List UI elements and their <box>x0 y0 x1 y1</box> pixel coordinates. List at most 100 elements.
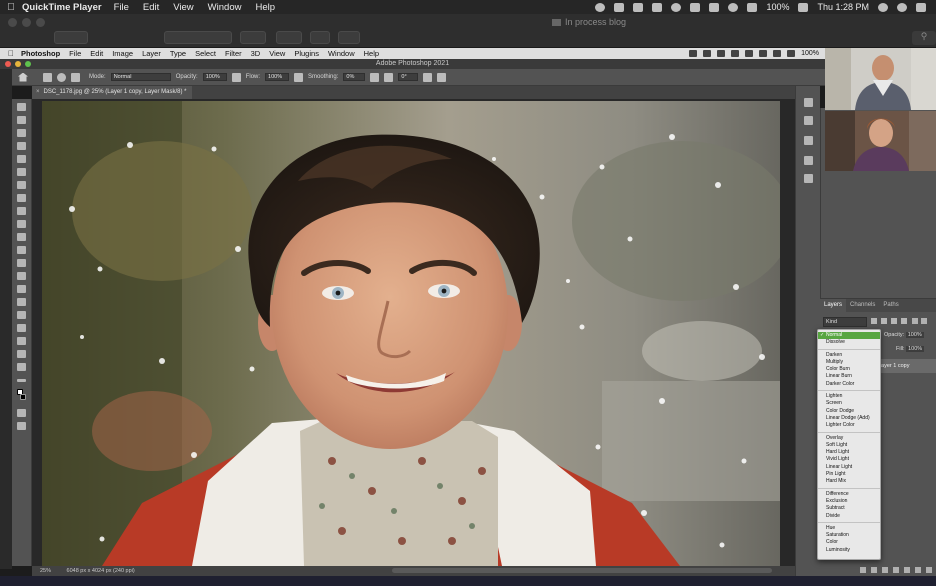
mail-icon[interactable] <box>731 50 740 57</box>
zoom-dot[interactable] <box>36 18 45 27</box>
adjustment-layer-icon[interactable] <box>893 567 899 573</box>
search-icon[interactable] <box>878 2 888 12</box>
adjustments-panel-icon[interactable] <box>804 116 813 125</box>
blend-mode-option[interactable]: Hue <box>818 525 880 532</box>
marquee-tool-icon[interactable] <box>17 116 26 124</box>
blend-mode-option[interactable]: Overlay <box>818 435 880 442</box>
ps-app-name[interactable]: Photoshop <box>21 49 60 58</box>
ps-menu-layer[interactable]: Layer <box>142 49 161 58</box>
clock[interactable]: Thu 1:28 PM <box>817 2 869 12</box>
blend-mode-option[interactable]: Subtract <box>818 505 880 512</box>
layer-row[interactable]: Layer 1 copy <box>876 359 936 373</box>
hand-tool-icon[interactable] <box>17 350 26 358</box>
stamp-tool-icon[interactable] <box>17 220 26 228</box>
symmetry-icon[interactable] <box>437 72 447 82</box>
opacity-field[interactable]: 100% <box>202 73 227 81</box>
blend-mode-option[interactable]: Vivid Light <box>818 456 880 463</box>
airbrush-icon[interactable] <box>294 72 304 82</box>
ps-menu-file[interactable]: File <box>69 49 81 58</box>
more-tools-icon[interactable] <box>17 379 26 382</box>
blend-mode-option[interactable]: Dissolve <box>818 339 880 346</box>
blend-mode-option[interactable]: Difference <box>818 491 880 498</box>
filter-toggle-icon[interactable] <box>921 318 927 324</box>
menu-edit[interactable]: Edit <box>143 2 159 13</box>
gradient-tool-icon[interactable] <box>17 259 26 267</box>
blend-mode-option[interactable]: ✓ Normal <box>818 332 880 340</box>
eraser-tool-icon[interactable] <box>17 246 26 254</box>
angle-icon[interactable] <box>384 72 394 82</box>
home-icon[interactable] <box>18 72 28 82</box>
properties-panel-icon[interactable] <box>804 136 813 145</box>
tab-paths[interactable]: Paths <box>879 299 902 312</box>
frame-tool-icon[interactable] <box>17 168 26 176</box>
group-icon[interactable] <box>904 567 910 573</box>
background-color-swatch[interactable] <box>20 394 26 400</box>
wifi-icon[interactable] <box>728 2 739 12</box>
layer-fill[interactable]: Fill: 100% <box>896 346 925 352</box>
app-name[interactable]: QuickTime Player <box>22 2 102 13</box>
shape-filter-icon[interactable] <box>901 318 907 324</box>
wifi-icon[interactable] <box>787 50 796 57</box>
libraries-panel-icon[interactable] <box>804 156 813 165</box>
bluetooth-icon[interactable] <box>690 2 701 12</box>
flame-icon[interactable] <box>671 2 682 12</box>
blend-mode-option[interactable]: Darker Color <box>818 381 880 388</box>
blend-mode-option[interactable]: Color Dodge <box>818 408 880 415</box>
blend-mode-option[interactable]: Luminosity <box>818 547 880 554</box>
ps-menu-filter[interactable]: Filter <box>225 49 242 58</box>
blend-mode-option[interactable]: Lighten <box>818 393 880 400</box>
airplay-icon[interactable] <box>773 50 782 57</box>
siri-icon[interactable] <box>897 2 907 12</box>
smoothing-field[interactable]: 0% <box>343 73 366 81</box>
document-tab[interactable]: × DSC_1178.jpg @ 25% (Layer 1 copy, Layer… <box>32 86 193 99</box>
pressure-size-icon[interactable] <box>423 72 433 82</box>
pen-icon[interactable] <box>689 50 698 57</box>
menu-file[interactable]: File <box>114 2 129 13</box>
brush-size-icon[interactable] <box>57 72 66 82</box>
crop-tool-icon[interactable] <box>17 155 26 163</box>
blend-mode-option[interactable]: Darken <box>818 352 880 359</box>
blend-mode-option[interactable]: Soft Light <box>818 442 880 449</box>
blend-mode-option[interactable]: Lighter Color <box>818 422 880 429</box>
eyedropper-tool-icon[interactable] <box>17 181 26 189</box>
tab-channels[interactable]: Channels <box>846 299 879 312</box>
blend-mode-dropdown[interactable]: ✓ Normal Dissolve Darken Multiply Color Burn L… <box>817 329 881 560</box>
ps-menu-window[interactable]: Window <box>328 49 355 58</box>
cloud-icon[interactable] <box>614 2 625 12</box>
airplay-icon[interactable] <box>709 2 720 12</box>
calendar-icon[interactable] <box>633 2 644 12</box>
brush-settings-icon[interactable] <box>71 72 80 82</box>
blend-mode-option[interactable]: Hard Mix <box>818 478 880 485</box>
smoothing-gear-icon[interactable] <box>370 72 380 82</box>
history-panel-icon[interactable] <box>804 174 813 183</box>
close-dot[interactable] <box>5 61 11 67</box>
tag-button[interactable] <box>338 31 360 44</box>
canvas-area[interactable] <box>32 99 795 566</box>
blend-mode-option[interactable]: Color Burn <box>818 366 880 373</box>
ps-menu-edit[interactable]: Edit <box>90 49 103 58</box>
kind-filter-select[interactable]: Kind <box>823 317 867 327</box>
horizontal-scrollbar[interactable] <box>392 568 772 573</box>
control-center-icon[interactable] <box>916 2 926 12</box>
blend-mode-option[interactable]: Linear Light <box>818 464 880 471</box>
apple-icon[interactable]:  <box>0 2 22 13</box>
healing-tool-icon[interactable] <box>17 194 26 202</box>
lasso-tool-icon[interactable] <box>17 129 26 137</box>
tab-layers[interactable]: Layers <box>820 299 847 312</box>
ps-menu-select[interactable]: Select <box>195 49 216 58</box>
blend-mode-option[interactable]: Saturation <box>818 532 880 539</box>
blend-mode-option[interactable]: Color <box>818 539 880 546</box>
angle-field[interactable]: 0° <box>398 73 419 81</box>
finder-search-icon[interactable]: ⚲ <box>912 31 936 45</box>
type-filter-icon[interactable] <box>891 318 897 324</box>
menu-help[interactable]: Help <box>255 2 275 13</box>
pressure-opacity-icon[interactable] <box>231 72 241 82</box>
bluetooth-icon[interactable] <box>759 50 768 57</box>
flow-field[interactable]: 100% <box>265 73 290 81</box>
minimize-dot[interactable] <box>15 61 21 67</box>
blend-mode-option[interactable]: Linear Burn <box>818 373 880 380</box>
document-canvas[interactable] <box>42 101 780 566</box>
blend-mode-option[interactable]: Hard Light <box>818 449 880 456</box>
view-mode-buttons[interactable] <box>164 31 232 44</box>
blur-tool-icon[interactable] <box>17 272 26 280</box>
